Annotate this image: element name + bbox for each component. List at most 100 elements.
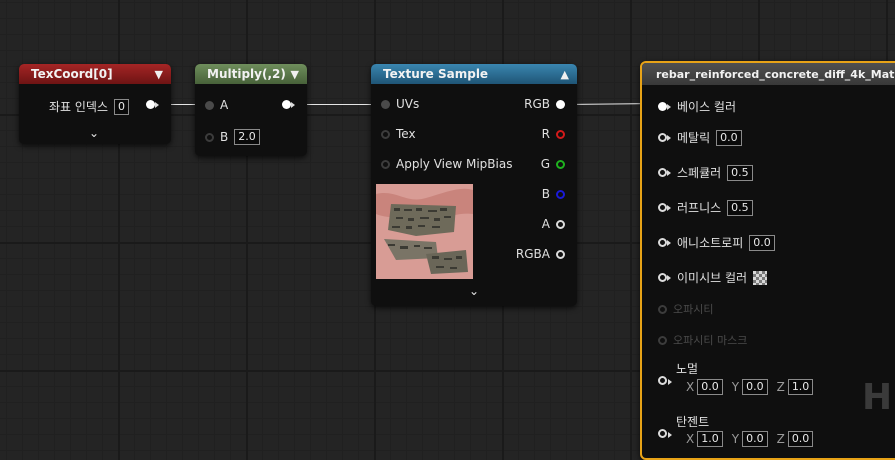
material-header[interactable]: rebar_reinforced_concrete_diff_4k_Mat	[642, 63, 895, 85]
base-color-input: 베이스 컬러	[658, 98, 736, 115]
rgb-output: RGB	[524, 97, 565, 111]
roughness-field[interactable]: 0.5	[727, 199, 753, 216]
input-b-label: B	[220, 130, 229, 144]
input-b-pin[interactable]	[205, 132, 214, 142]
roughness-pin[interactable]	[658, 203, 667, 212]
texture-sample-node[interactable]: Texture Sample ▲ UVs Tex Apply View MipB…	[371, 64, 577, 306]
tangent-label: 탄젠트	[676, 415, 710, 429]
multiply-node[interactable]: Multiply(,2) ▼ A B 2.0	[195, 64, 307, 156]
emissive-arrow	[667, 274, 671, 281]
base-color-pin[interactable]	[658, 102, 667, 111]
multiply-title: Multiply(,2)	[207, 67, 286, 81]
metallic-arrow	[667, 134, 671, 141]
texcoord-output-arrow	[155, 102, 159, 108]
tangent-x-field[interactable]: 1.0	[697, 431, 723, 447]
tangent-z-label: Z	[776, 432, 785, 446]
tangent-arrow	[668, 432, 672, 438]
specular-pin[interactable]	[658, 168, 667, 177]
specular-field[interactable]: 0.5	[727, 164, 753, 181]
normal-y-field[interactable]: 0.0	[742, 379, 768, 395]
rgba-pin[interactable]	[556, 249, 565, 259]
chevron-down-icon[interactable]: ▼	[155, 68, 163, 81]
uvs-input: UVs	[381, 97, 419, 111]
b-output: B	[542, 187, 565, 201]
chevron-down-icon[interactable]: ⌄	[89, 126, 99, 140]
input-a-label: A	[220, 98, 229, 112]
emissive-color-swatch[interactable]	[753, 270, 768, 285]
a-pin[interactable]	[556, 219, 565, 229]
material-node[interactable]: rebar_reinforced_concrete_diff_4k_Mat 베이…	[640, 61, 895, 460]
multiply-header[interactable]: Multiply(,2) ▼	[195, 64, 307, 84]
metallic-field[interactable]: 0.0	[716, 129, 742, 146]
tangent-z-field[interactable]: 0.0	[787, 431, 814, 447]
r-output: R	[542, 127, 565, 141]
b-label: B	[541, 187, 550, 201]
texture-sample-title: Texture Sample	[383, 67, 489, 81]
metallic-label: 메탈릭	[677, 131, 711, 145]
anisotropy-field[interactable]: 0.0	[749, 234, 775, 251]
emissive-pin[interactable]	[658, 273, 667, 282]
tex-label: Tex	[396, 127, 416, 141]
texcoord-output-pin[interactable]	[146, 100, 155, 109]
chevron-down-icon[interactable]: ▼	[291, 68, 299, 81]
multiply-output-pin[interactable]	[282, 100, 291, 109]
opacity-pin	[658, 304, 667, 314]
coord-index-label: 좌표 인덱스	[49, 100, 109, 114]
a-output: A	[542, 217, 565, 231]
normal-pin[interactable]	[658, 376, 667, 385]
uvs-label: UVs	[396, 97, 420, 111]
opacity-mask-input: 오파시티 마스크	[658, 332, 747, 348]
normal-label: 노멀	[676, 362, 699, 376]
material-title: rebar_reinforced_concrete_diff_4k_Mat	[656, 67, 895, 81]
b-pin[interactable]	[556, 189, 565, 199]
anisotropy-label: 애니소트로피	[677, 236, 744, 250]
tangent-y-label: Y	[731, 432, 740, 446]
metallic-pin[interactable]	[658, 133, 667, 142]
anisotropy-arrow	[667, 239, 671, 246]
emissive-input: 이미시브 컬러	[658, 269, 768, 286]
texture-sample-header[interactable]: Texture Sample ▲	[371, 64, 577, 84]
tangent-values: X 1.0 Y 0.0 Z 0.0	[686, 431, 814, 447]
mipbias-pin[interactable]	[381, 159, 390, 169]
chevron-up-icon[interactable]: ▲	[561, 68, 569, 81]
multiply-input-a: A	[205, 98, 228, 112]
base-color-label: 베이스 컬러	[677, 100, 737, 114]
coord-index-field[interactable]: 0	[114, 98, 130, 115]
texcoord-node[interactable]: TexCoord[0] ▼ 좌표 인덱스 0 ⌄	[19, 64, 171, 144]
opacity-input: 오파시티	[658, 301, 713, 317]
normal-arrow	[668, 379, 672, 385]
rgba-label: RGBA	[515, 247, 550, 261]
texcoord-header[interactable]: TexCoord[0] ▼	[19, 64, 171, 84]
emissive-label: 이미시브 컬러	[677, 271, 748, 285]
uvs-pin[interactable]	[381, 99, 390, 109]
multiply-input-b: B 2.0	[205, 129, 260, 145]
tangent-pin[interactable]	[658, 429, 667, 438]
normal-y-label: Y	[731, 380, 740, 394]
mipbias-label: Apply View MipBias	[396, 157, 513, 171]
tex-pin[interactable]	[381, 129, 390, 139]
normal-x-field[interactable]: 0.0	[697, 379, 723, 395]
r-pin[interactable]	[556, 129, 565, 139]
texture-preview	[376, 184, 473, 279]
watermark-logo: H	[862, 377, 893, 418]
g-pin[interactable]	[556, 159, 565, 169]
input-b-field[interactable]: 2.0	[234, 129, 260, 145]
roughness-arrow	[667, 204, 671, 211]
normal-z-field[interactable]: 1.0	[787, 379, 814, 395]
tex-input: Tex	[381, 127, 416, 141]
rgb-pin[interactable]	[556, 99, 565, 109]
roughness-label: 러프니스	[677, 201, 722, 215]
a-label: A	[541, 217, 550, 231]
opacity-mask-label: 오파시티 마스크	[673, 334, 748, 347]
normal-z-label: Z	[776, 380, 785, 394]
tangent-y-field[interactable]: 0.0	[742, 431, 768, 447]
anisotropy-input: 애니소트로피 0.0	[658, 234, 775, 251]
tangent-x-label: X	[686, 432, 695, 446]
opacity-mask-pin	[658, 335, 667, 345]
anisotropy-pin[interactable]	[658, 238, 667, 247]
mipbias-input: Apply View MipBias	[381, 157, 512, 171]
normal-values: X 0.0 Y 0.0 Z 1.0	[686, 379, 814, 395]
chevron-down-icon[interactable]: ⌄	[469, 284, 479, 298]
input-a-pin[interactable]	[205, 100, 214, 110]
opacity-label: 오파시티	[673, 303, 714, 316]
